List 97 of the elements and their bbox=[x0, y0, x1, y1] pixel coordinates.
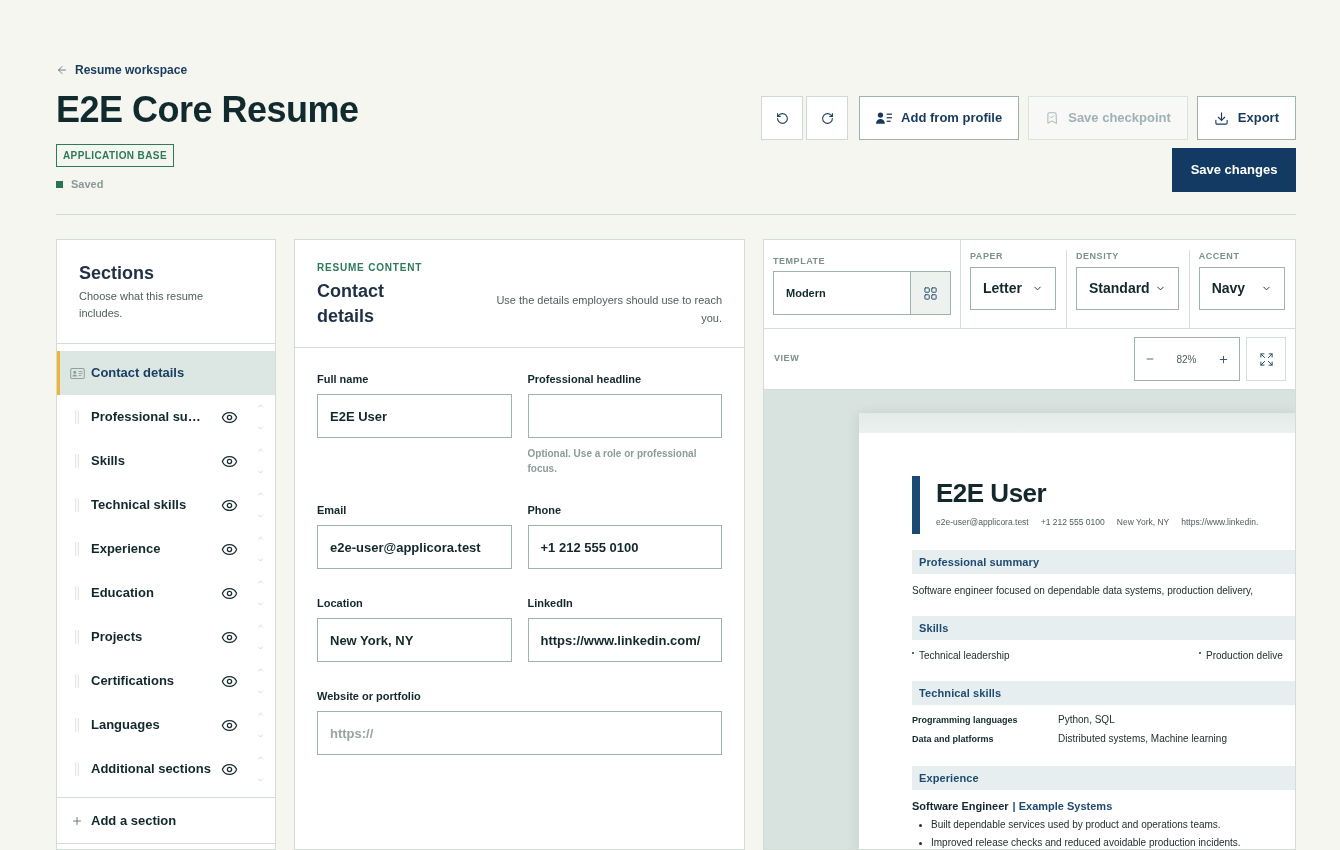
fullscreen-button[interactable] bbox=[1246, 337, 1286, 381]
chevron-down-icon[interactable] bbox=[255, 776, 266, 784]
redo-icon bbox=[820, 111, 834, 125]
skill-category: Programming languages bbox=[912, 714, 1019, 726]
bullet-text: Improved release checks and reduced avoidable production incidents. bbox=[931, 837, 1241, 849]
input-field[interactable]: https:// bbox=[317, 711, 722, 755]
accent-bar bbox=[912, 476, 920, 534]
section-heading: Skills bbox=[912, 616, 1295, 640]
field-hint: Optional. Use a role or professional focus. bbox=[527, 447, 698, 476]
skill-category: Data and platforms bbox=[912, 733, 995, 745]
bullet-icon bbox=[919, 842, 922, 845]
setting-label: ACCENT bbox=[1198, 250, 1241, 262]
chevron-down-icon[interactable] bbox=[255, 644, 266, 652]
save-changes-button[interactable]: Save changes bbox=[1172, 148, 1296, 192]
input-field[interactable] bbox=[527, 394, 722, 438]
field-label: Professional headline bbox=[527, 372, 643, 386]
skill-values: Distributed systems, Machine learning bbox=[1058, 733, 1228, 745]
chevron-up-icon[interactable] bbox=[255, 754, 266, 762]
chevron-down-icon[interactable] bbox=[255, 732, 266, 740]
chevron-up-icon[interactable] bbox=[255, 534, 266, 542]
add-section-button[interactable]: Add a section bbox=[57, 798, 275, 844]
arrow-left-icon bbox=[56, 64, 68, 76]
section-eyebrow: RESUME CONTENT bbox=[317, 261, 424, 275]
section-heading: Experience bbox=[912, 766, 1295, 790]
chevron-down-icon[interactable] bbox=[255, 512, 266, 520]
skill-text: Technical leadership bbox=[919, 650, 1010, 662]
contact-text: New York, NY bbox=[1116, 516, 1170, 528]
chevron-up-icon[interactable] bbox=[255, 578, 266, 586]
view-label: VIEW bbox=[774, 352, 800, 366]
input-field[interactable]: +1 212 555 0100 bbox=[527, 525, 722, 569]
bullet-text: Built dependable services used by product and operations teams. bbox=[931, 819, 1221, 831]
chevron-up-icon[interactable] bbox=[255, 710, 266, 718]
contact-text: https://www.linkedin. bbox=[1181, 516, 1259, 528]
company-name: | Example Systems bbox=[1012, 799, 1113, 813]
chevron-down-icon[interactable] bbox=[255, 688, 266, 696]
template-field[interactable]: Modern bbox=[773, 271, 951, 315]
redo-button[interactable] bbox=[806, 96, 849, 140]
plus-icon bbox=[71, 814, 83, 827]
resume-name: E2E User bbox=[936, 478, 1048, 508]
setting-label: TEMPLATE bbox=[773, 255, 827, 267]
add-from-profile-button[interactable]: Add from profile bbox=[859, 96, 1020, 140]
field-label: Location bbox=[317, 596, 364, 610]
summary-text: Software engineer focused on dependable data systems, production delivery, bbox=[912, 585, 1255, 597]
setting-label: PAPER bbox=[970, 250, 1005, 262]
chevron-up-icon[interactable] bbox=[255, 622, 266, 630]
chevron-up-icon[interactable] bbox=[255, 402, 266, 410]
download-icon bbox=[1213, 110, 1229, 126]
grid-icon bbox=[923, 285, 938, 301]
export-button[interactable]: Export bbox=[1196, 96, 1296, 140]
contact-text: e2e-user@applicora.test bbox=[936, 516, 1029, 528]
panel-subtitle: Choose what this resume includes. bbox=[79, 289, 205, 321]
page-title: E2E Core Resume bbox=[56, 88, 359, 132]
person-list-icon bbox=[876, 112, 893, 124]
field-label: LinkedIn bbox=[527, 596, 574, 610]
template-value: Modern bbox=[785, 285, 827, 301]
chevron-down-icon[interactable] bbox=[255, 600, 266, 608]
select-dropdown[interactable]: Standard bbox=[1076, 267, 1179, 310]
input-field[interactable]: https://www.linkedin.com/ bbox=[527, 618, 722, 662]
chevron-up-icon[interactable] bbox=[255, 446, 266, 454]
section-heading: Professional summary bbox=[912, 550, 1295, 574]
input-field[interactable]: E2E User bbox=[317, 394, 512, 438]
chevron-up-icon[interactable] bbox=[255, 490, 266, 498]
select-dropdown[interactable]: Letter bbox=[970, 267, 1056, 310]
plus-icon[interactable] bbox=[1218, 353, 1229, 365]
field-label: Full name bbox=[317, 372, 370, 386]
save-status: Saved bbox=[71, 178, 104, 190]
bullet-icon bbox=[919, 824, 922, 827]
zoom-level: 82% bbox=[1176, 352, 1197, 367]
contact-text: +1 212 555 0100 bbox=[1040, 516, 1105, 528]
section-heading: Technical skills bbox=[912, 681, 1295, 705]
sidebar-item[interactable]: Contact details bbox=[57, 351, 275, 395]
panel-title: Sections bbox=[79, 262, 156, 285]
section-title: Contact details bbox=[317, 280, 385, 328]
expand-icon bbox=[1258, 351, 1274, 367]
input-field[interactable]: New York, NY bbox=[317, 618, 512, 662]
skill-values: Python, SQL bbox=[1058, 714, 1116, 726]
bookmark-check-icon bbox=[1045, 111, 1060, 125]
field-label: Phone bbox=[527, 503, 563, 517]
template-gallery-button[interactable] bbox=[910, 272, 950, 314]
input-field[interactable]: e2e-user@applicora.test bbox=[317, 525, 512, 569]
back-link[interactable]: Resume workspace bbox=[56, 62, 188, 78]
chevron-down-icon[interactable] bbox=[255, 468, 266, 476]
field-label: Email bbox=[317, 503, 348, 517]
select-dropdown[interactable]: Navy bbox=[1198, 267, 1285, 310]
id-card-icon bbox=[70, 367, 85, 379]
setting-label: DENSITY bbox=[1076, 250, 1120, 262]
base-tag: APPLICATION BASE bbox=[56, 144, 174, 167]
undo-icon bbox=[775, 111, 789, 125]
chevron-down-icon[interactable] bbox=[255, 556, 266, 564]
chevron-down-icon[interactable] bbox=[255, 424, 266, 432]
chevron-up-icon[interactable] bbox=[255, 666, 266, 674]
skill-text: Production delive bbox=[1206, 650, 1283, 662]
section-description: Use the details employers should use to reach you. bbox=[495, 293, 722, 326]
status-square-icon bbox=[56, 180, 63, 188]
field-label: Website or portfolio bbox=[317, 689, 422, 703]
undo-button[interactable] bbox=[761, 96, 804, 140]
role-title: Software Engineer bbox=[912, 799, 1009, 813]
